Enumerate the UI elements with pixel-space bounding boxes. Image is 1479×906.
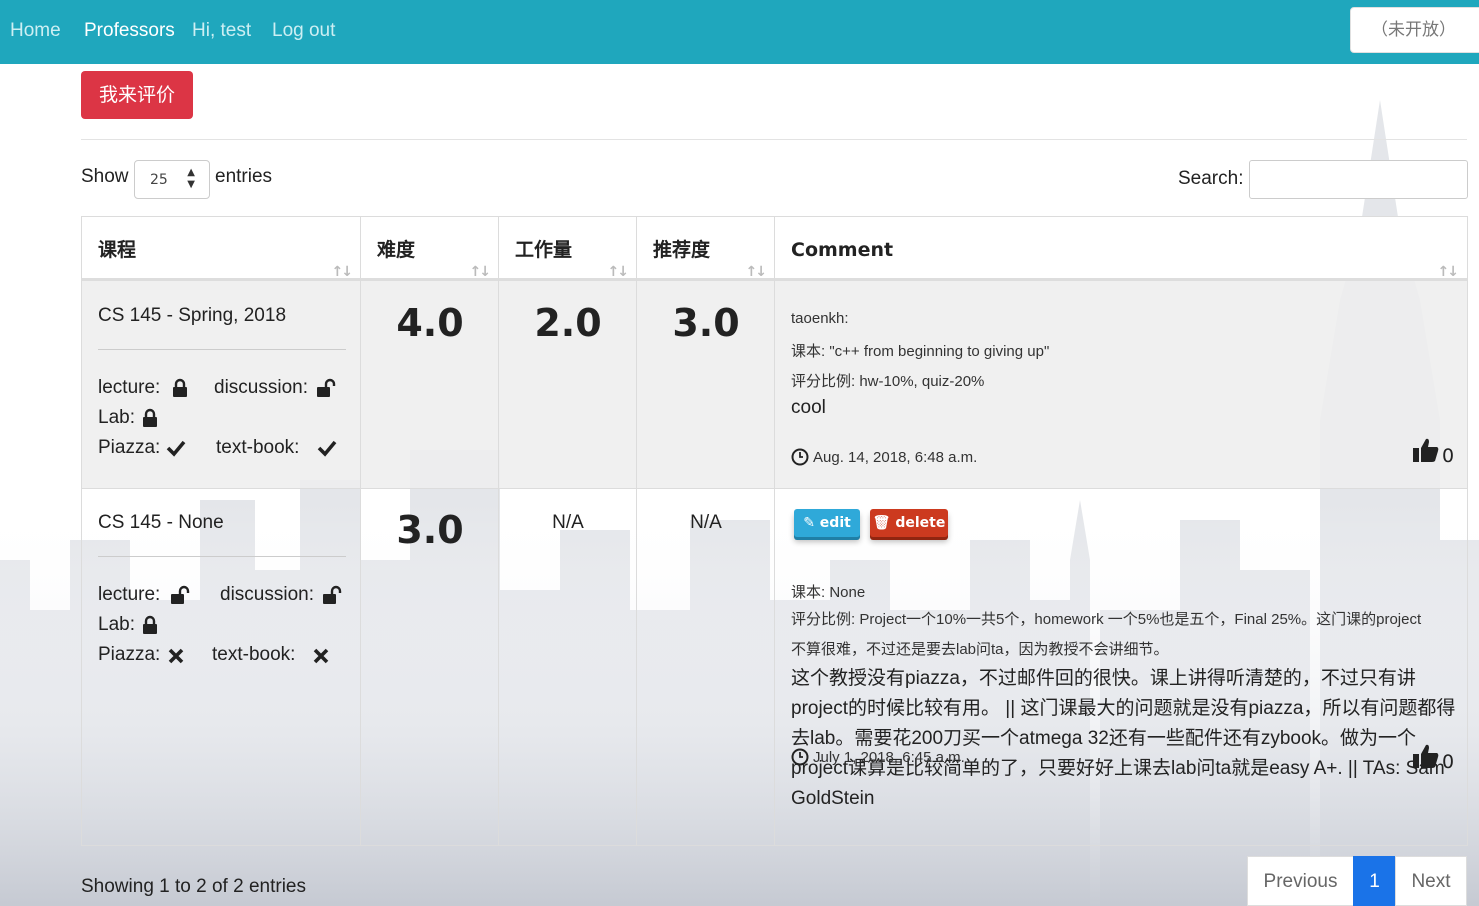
course-name: CS 145 - None xyxy=(98,512,224,533)
column-header-recommend[interactable]: 推荐度 ↑↓ xyxy=(637,217,775,280)
workload-score: N/A xyxy=(552,512,584,533)
lock-icon xyxy=(143,615,157,634)
thumbs-up-icon[interactable] xyxy=(1412,437,1440,463)
cross-icon xyxy=(313,648,329,664)
discussion-label: discussion: xyxy=(214,377,308,398)
piazza-label: Piazza: xyxy=(98,644,161,665)
lecture-label: lecture: xyxy=(98,377,161,398)
nav-professors-link[interactable]: Professors xyxy=(84,20,175,42)
nav-logout-link[interactable]: Log out xyxy=(272,20,335,42)
clock-icon xyxy=(791,448,809,466)
comment-grading: 评分比例: Project一个10%一共5个，homework 一个5%也是五个… xyxy=(791,611,1422,658)
column-divider xyxy=(498,217,499,845)
reviews-table: 课程 ↑↓ 难度 ↑↓ 工作量 ↑↓ 推荐度 ↑↓ Comment ↑↓ CS 145 -… xyxy=(81,216,1468,846)
comment-date: July 1, 2018, 6:45 a.m. xyxy=(813,749,965,766)
course-name: CS 145 - Spring, 2018 xyxy=(98,305,287,326)
unlock-icon xyxy=(323,585,342,604)
column-divider xyxy=(774,217,775,845)
textbook-label: text-book: xyxy=(216,437,300,458)
column-divider xyxy=(360,217,361,845)
workload-score: 2.0 xyxy=(534,301,602,345)
column-header-course[interactable]: 课程 ↑↓ xyxy=(82,217,361,280)
discussion-label: discussion: xyxy=(220,584,314,605)
comment-grading: 评分比例: hw-10%, quiz-20% xyxy=(791,373,985,390)
top-navbar: Home Professors Hi, test Log out （未开放） xyxy=(0,0,1479,64)
lab-label: Lab: xyxy=(98,407,135,428)
comment-author: taoenkh: xyxy=(791,310,849,327)
rate-professor-button[interactable]: 我来评价 xyxy=(81,71,193,119)
entries-select[interactable]: 25 ▲ ▼ xyxy=(134,160,210,199)
cross-icon xyxy=(168,648,184,664)
comment-date: Aug. 14, 2018, 6:48 a.m. xyxy=(813,449,978,466)
like-count: 0 xyxy=(1442,445,1455,467)
select-arrows-icon: ▲ ▼ xyxy=(187,167,195,190)
lock-icon xyxy=(173,378,187,397)
unlock-icon xyxy=(317,378,336,397)
not-open-button[interactable]: （未开放） xyxy=(1350,7,1479,53)
clock-icon xyxy=(791,748,809,766)
difficulty-score: 4.0 xyxy=(396,301,464,345)
comment-text: 这个教授没有piazza，不过邮件回的很快。课上讲得听清楚的，不过只有讲proj… xyxy=(791,668,1456,809)
unlock-icon xyxy=(171,585,190,604)
next-page-button[interactable]: Next xyxy=(1395,856,1467,906)
lecture-label: lecture: xyxy=(98,584,161,605)
divider xyxy=(81,139,1467,140)
difficulty-score: 3.0 xyxy=(396,508,464,552)
entries-select-value: 25 xyxy=(150,172,168,188)
course-divider xyxy=(98,349,346,350)
entries-label: entries xyxy=(215,166,273,187)
edit-button[interactable]: ✎ edit xyxy=(794,509,860,537)
search-label: Search: xyxy=(1178,168,1244,189)
table-info: Showing 1 to 2 of 2 entries xyxy=(81,876,306,897)
edit-icon: ✎ xyxy=(803,515,815,531)
nav-home-link[interactable]: Home xyxy=(10,20,61,42)
piazza-label: Piazza: xyxy=(98,437,161,458)
comment-textbook: 课本: None xyxy=(791,584,866,601)
trash-icon: 🗑 xyxy=(872,515,891,531)
check-icon xyxy=(317,440,337,457)
check-icon xyxy=(166,440,186,457)
nav-user-greeting[interactable]: Hi, test xyxy=(192,20,251,42)
thumbs-up-icon[interactable] xyxy=(1412,743,1440,769)
column-header-workload[interactable]: 工作量 ↑↓ xyxy=(499,217,637,280)
show-label: Show xyxy=(81,166,129,187)
recommend-score: N/A xyxy=(690,512,722,533)
textbook-label: text-book: xyxy=(212,644,296,665)
recommend-score: 3.0 xyxy=(672,301,740,345)
column-header-difficulty[interactable]: 难度 ↑↓ xyxy=(361,217,499,280)
comment-text: cool xyxy=(791,397,826,418)
column-divider xyxy=(636,217,637,845)
delete-button[interactable]: 🗑 delete xyxy=(870,509,948,537)
search-input[interactable] xyxy=(1249,160,1468,199)
lab-label: Lab: xyxy=(98,614,135,635)
page-1-button[interactable]: 1 xyxy=(1353,856,1396,906)
lock-icon xyxy=(143,408,157,427)
course-divider xyxy=(98,556,346,557)
column-header-comment[interactable]: Comment ↑↓ xyxy=(775,217,1467,280)
like-count: 0 xyxy=(1442,751,1455,773)
previous-page-button[interactable]: Previous xyxy=(1247,856,1354,906)
comment-textbook: 课本: "c++ from beginning to giving up" xyxy=(791,343,1050,360)
